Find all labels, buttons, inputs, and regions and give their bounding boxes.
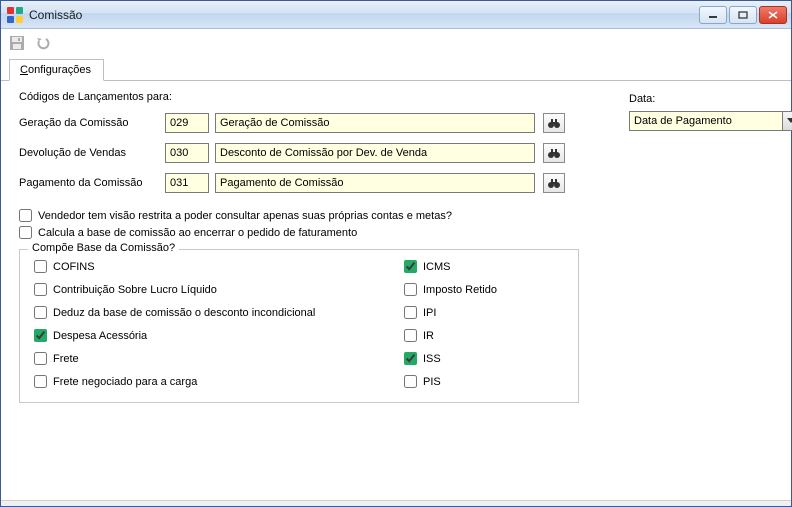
label-deduz: Deduz da base de comissão o desconto inc…	[53, 307, 315, 319]
window-frame: Comissão Configurações	[0, 0, 792, 507]
code-input-pagamento[interactable]	[165, 173, 209, 193]
fieldset-legend: Compõe Base da Comissão?	[28, 242, 179, 254]
lookup-button-pagamento[interactable]	[543, 173, 565, 193]
window-controls	[699, 6, 787, 24]
label-despesa: Despesa Acessória	[53, 330, 147, 342]
binoculars-icon	[547, 177, 561, 189]
checkbox-iss[interactable]	[404, 352, 417, 365]
row-geracao: Geração da Comissão	[19, 113, 609, 133]
data-combo-value: Data de Pagamento	[634, 115, 732, 127]
checkbox-ir[interactable]	[404, 329, 417, 342]
close-button[interactable]	[759, 6, 787, 24]
checkbox-icms[interactable]	[404, 260, 417, 273]
checkbox-imposto-retido[interactable]	[404, 283, 417, 296]
label-frete: Frete	[53, 353, 79, 365]
left-column: Códigos de Lançamentos para: Geração da …	[19, 91, 609, 490]
tab-configuracoes[interactable]: Configurações	[9, 59, 104, 81]
titlebar: Comissão	[1, 1, 791, 29]
checkbox-pis[interactable]	[404, 375, 417, 388]
app-icon	[7, 7, 23, 23]
minimize-button[interactable]	[699, 6, 727, 24]
checkbox-vendedor-restrito[interactable]	[19, 209, 32, 222]
label-pagamento: Pagamento da Comissão	[19, 177, 159, 189]
label-pis: PIS	[423, 376, 441, 388]
section-heading: Códigos de Lançamentos para:	[19, 91, 609, 103]
label-devolucao: Devolução de Vendas	[19, 147, 159, 159]
window-title: Comissão	[29, 8, 699, 22]
label-cofins: COFINS	[53, 261, 95, 273]
label-geracao: Geração da Comissão	[19, 117, 159, 129]
label-ir: IR	[423, 330, 434, 342]
binoculars-icon	[547, 117, 561, 129]
data-combo[interactable]: Data de Pagamento	[629, 111, 792, 131]
checkbox-cofins[interactable]	[34, 260, 47, 273]
code-input-geracao[interactable]	[165, 113, 209, 133]
chevron-down-icon	[782, 112, 792, 130]
desc-input-geracao[interactable]	[215, 113, 535, 133]
option-calcula-base: Calcula a base de comissão ao encerrar o…	[19, 226, 609, 239]
desc-input-pagamento[interactable]	[215, 173, 535, 193]
checkbox-frete[interactable]	[34, 352, 47, 365]
right-column: Data: Data de Pagamento	[629, 91, 792, 490]
label-iss: ISS	[423, 353, 441, 365]
checkbox-despesa-acessoria[interactable]	[34, 329, 47, 342]
status-strip	[1, 500, 791, 506]
checkbox-frete-negociado[interactable]	[34, 375, 47, 388]
tabstrip: Configurações	[1, 57, 791, 81]
binoculars-icon	[547, 147, 561, 159]
label-calcula-base: Calcula a base de comissão ao encerrar o…	[38, 227, 357, 239]
label-vendedor-restrito: Vendedor tem visão restrita a poder cons…	[38, 210, 452, 222]
label-frete-neg: Frete negociado para a carga	[53, 376, 197, 388]
desc-input-devolucao[interactable]	[215, 143, 535, 163]
content-area: Códigos de Lançamentos para: Geração da …	[1, 81, 791, 500]
maximize-button[interactable]	[729, 6, 757, 24]
lookup-button-devolucao[interactable]	[543, 143, 565, 163]
undo-icon[interactable]	[35, 35, 51, 51]
checkbox-ipi[interactable]	[404, 306, 417, 319]
label-ipi: IPI	[423, 307, 436, 319]
toolbar	[1, 29, 791, 57]
checkbox-calcula-base[interactable]	[19, 226, 32, 239]
checkbox-deduz[interactable]	[34, 306, 47, 319]
code-input-devolucao[interactable]	[165, 143, 209, 163]
lookup-button-geracao[interactable]	[543, 113, 565, 133]
option-vendedor-restrito: Vendedor tem visão restrita a poder cons…	[19, 209, 609, 222]
label-csll: Contribuição Sobre Lucro Líquido	[53, 284, 217, 296]
fieldset-compoe-base: Compõe Base da Comissão? COFINS Contribu…	[19, 249, 579, 403]
label-icms: ICMS	[423, 261, 451, 273]
label-imposto-retido: Imposto Retido	[423, 284, 497, 296]
data-label: Data:	[629, 93, 792, 105]
checkbox-csll[interactable]	[34, 283, 47, 296]
row-devolucao: Devolução de Vendas	[19, 143, 609, 163]
row-pagamento: Pagamento da Comissão	[19, 173, 609, 193]
save-icon[interactable]	[9, 35, 25, 51]
